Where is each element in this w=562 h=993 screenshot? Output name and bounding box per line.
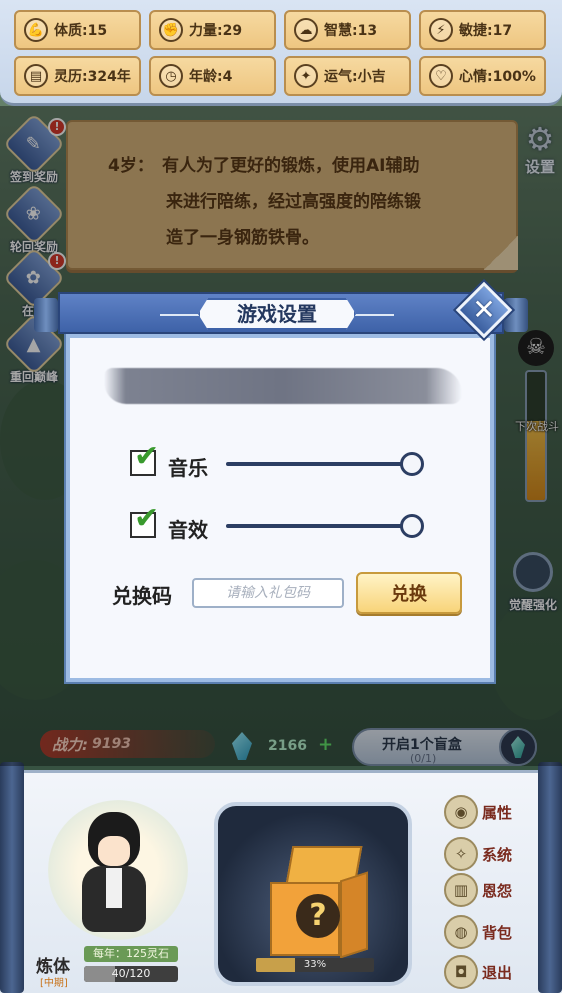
- menu-exit[interactable]: ◘ 退出: [444, 954, 528, 990]
- attribute-icon: ◉: [444, 795, 478, 829]
- music-volume-knob[interactable]: [400, 452, 424, 476]
- stat-label: 运气:小吉: [324, 69, 386, 85]
- checkmark-icon: ✔: [134, 501, 160, 536]
- grudge-icon: ▥: [444, 873, 478, 907]
- stat-label: 智慧:13: [324, 23, 378, 39]
- checkmark-icon: ✔: [134, 439, 160, 474]
- stats-panel: 💪 体质:15 ✊ 力量:29 ☁ 智慧:13 ⚡ 敏捷:17 ▤ 灵历:324年 ◷ 年龄…: [0, 0, 562, 106]
- exit-icon: ◘: [444, 955, 478, 989]
- menu-system[interactable]: ✧ 系统: [444, 836, 528, 872]
- cultivation-stage: [中期]: [40, 978, 68, 989]
- lightning-icon: ⚡: [429, 18, 453, 42]
- progress-text: 40/120: [111, 967, 151, 980]
- stat-label: 敏捷:17: [459, 23, 513, 39]
- fist-icon: ✊: [159, 18, 183, 42]
- stat-spirit-years: ▤ 灵历:324年: [14, 56, 141, 96]
- stat-age: ◷ 年龄:4: [149, 56, 276, 96]
- brain-icon: ☁: [294, 18, 318, 42]
- stat-label: 力量:29: [189, 23, 243, 39]
- menu-label: 恩怨: [482, 881, 513, 900]
- sfx-volume-slider[interactable]: [226, 524, 412, 528]
- system-icon: ✧: [444, 837, 478, 871]
- hero-face: [98, 836, 130, 866]
- scroll-rod-left: [0, 762, 24, 993]
- redeem-code-input[interactable]: [192, 578, 344, 608]
- close-icon[interactable]: ✕: [464, 290, 504, 330]
- cultivation-progress-bar: 40/120: [84, 966, 178, 982]
- title-ornament: [160, 314, 200, 316]
- bag-icon: ◍: [444, 915, 478, 949]
- stat-label: 年龄:4: [189, 69, 233, 85]
- redeem-button[interactable]: 兑换: [356, 572, 462, 614]
- question-mark-icon: ?: [296, 894, 340, 938]
- header-rod-right: [504, 298, 528, 332]
- music-label: 音乐: [168, 456, 208, 480]
- heart-icon: ♡: [429, 64, 453, 88]
- blindbox-frame[interactable]: ? 33%: [214, 802, 412, 986]
- clock-icon: ◷: [159, 64, 183, 88]
- music-checkbox[interactable]: ✔: [130, 442, 159, 476]
- menu-label: 背包: [482, 923, 513, 942]
- stat-agility: ⚡ 敏捷:17: [419, 10, 546, 50]
- redeem-code-label: 兑换码: [112, 584, 172, 608]
- music-volume-slider[interactable]: [226, 462, 412, 466]
- mystery-box-icon: ?: [258, 846, 370, 959]
- hero-avatar[interactable]: [72, 812, 156, 940]
- title-ornament: [354, 314, 394, 316]
- brush-stroke-divider: [104, 368, 462, 404]
- sfx-label: 音效: [168, 518, 208, 542]
- menu-label: 属性: [482, 803, 513, 822]
- scroll-icon: ▤: [24, 64, 48, 88]
- menu-grudges[interactable]: ▥ 恩怨: [444, 872, 528, 908]
- stat-wisdom: ☁ 智慧:13: [284, 10, 411, 50]
- header-rod-left: [34, 298, 58, 332]
- progress-text: 33%: [303, 959, 327, 970]
- menu-attributes[interactable]: ◉ 属性: [444, 794, 528, 830]
- blindbox-progress-bar: 33%: [256, 958, 374, 972]
- box-front: ?: [270, 882, 340, 956]
- menu-label: 系统: [482, 845, 513, 864]
- hero-shirt: [106, 868, 122, 908]
- sfx-volume-knob[interactable]: [400, 514, 424, 538]
- dialog-title: 游戏设置: [198, 298, 356, 330]
- box-side: [340, 871, 368, 959]
- stat-constitution: 💪 体质:15: [14, 10, 141, 50]
- stat-label: 体质:15: [54, 23, 108, 39]
- stat-power: ✊ 力量:29: [149, 10, 276, 50]
- strength-arm-icon: 💪: [24, 18, 48, 42]
- sparkle-icon: ✦: [294, 64, 318, 88]
- stat-label: 灵历:324年: [54, 69, 131, 85]
- stat-label: 心情:100%: [459, 69, 536, 85]
- menu-label: 退出: [482, 963, 513, 982]
- menu-bag[interactable]: ◍ 背包: [444, 914, 528, 950]
- stat-mood: ♡ 心情:100%: [419, 56, 546, 96]
- stat-luck: ✦ 运气:小吉: [284, 56, 411, 96]
- sfx-checkbox[interactable]: ✔: [130, 504, 159, 538]
- scroll-rod-right: [538, 762, 562, 993]
- yearly-income: 每年：125灵石: [84, 946, 178, 962]
